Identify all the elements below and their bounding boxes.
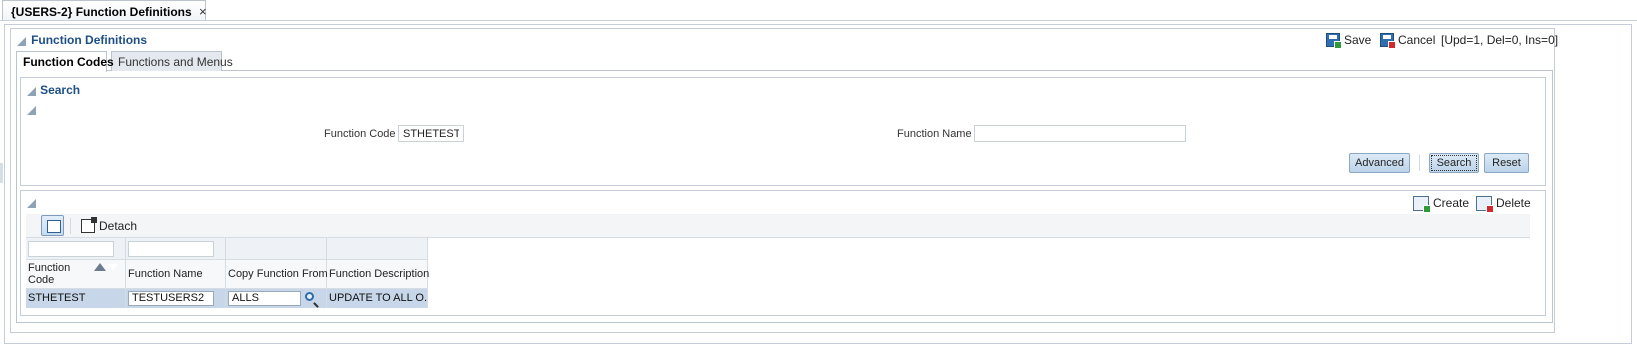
page-title: Function Definitions — [31, 33, 148, 47]
select-mode-icon[interactable] — [41, 215, 64, 236]
collapse-triangle-icon[interactable] — [27, 198, 36, 208]
detach-button[interactable]: Detach — [81, 217, 138, 234]
search-panel — [20, 77, 1546, 186]
detach-label: Detach — [99, 219, 138, 233]
update-status: [Upd=1, Del=0, Ins=0] — [1441, 33, 1559, 47]
query-collapse[interactable] — [27, 104, 36, 116]
column-header-function-description[interactable]: Function Description — [327, 260, 429, 289]
delete-button[interactable]: Delete — [1476, 195, 1531, 213]
function-code-label: Function Code — [324, 128, 396, 140]
button-separator — [1419, 155, 1420, 171]
save-icon — [1326, 33, 1342, 49]
collapse-handle[interactable] — [0, 163, 3, 183]
results-toolbar — [26, 214, 1530, 238]
column-header-label: Function Code — [28, 262, 71, 286]
delete-icon — [1476, 195, 1494, 213]
search-header: Search — [27, 83, 80, 97]
cell-function-name-input[interactable]: TESTUSERS2 — [128, 291, 214, 306]
cell-function-code[interactable]: STHETEST — [26, 289, 126, 308]
column-header-function-name[interactable]: Function Name — [126, 260, 226, 289]
detach-icon — [81, 217, 97, 233]
close-icon[interactable]: × — [199, 4, 207, 19]
create-label: Create — [1433, 196, 1470, 210]
cancel-icon — [1380, 33, 1396, 49]
results-collapse[interactable] — [27, 197, 36, 209]
search-title: Search — [40, 83, 81, 97]
filter-cell — [126, 238, 226, 260]
tab-divider — [0, 20, 1637, 21]
search-button[interactable]: Search — [1429, 153, 1479, 173]
magnifier-icon[interactable] — [305, 292, 314, 301]
filter-function-name-input[interactable] — [128, 241, 214, 257]
delete-label: Delete — [1496, 196, 1531, 210]
filter-cell — [226, 238, 327, 260]
sort-ascending-icon[interactable] — [94, 263, 106, 271]
page-header: Function Definitions — [17, 33, 147, 47]
filter-cell — [26, 238, 126, 260]
save-label: Save — [1344, 33, 1372, 47]
cell-copy-function-from-input[interactable]: ALLS — [228, 291, 301, 306]
tab-functions-and-menus[interactable]: Functions and Menus — [111, 51, 233, 71]
column-header-function-code[interactable]: Function Code — [26, 260, 126, 289]
sort-descending-icon[interactable] — [107, 263, 119, 271]
cancel-label: Cancel — [1398, 33, 1436, 47]
cell-function-description[interactable]: UPDATE TO ALL O... — [327, 289, 428, 308]
toolbar-separator — [70, 218, 71, 234]
filter-function-code-input[interactable] — [28, 241, 114, 257]
collapse-triangle-icon[interactable] — [27, 105, 36, 115]
function-name-label: Function Name — [897, 128, 972, 140]
reset-button[interactable]: Reset — [1484, 153, 1529, 173]
create-icon — [1413, 195, 1431, 213]
document-tab-title: {USERS-2} Function Definitions — [11, 5, 192, 19]
cancel-button[interactable]: Cancel — [1380, 32, 1436, 49]
document-tab[interactable]: {USERS-2} Function Definitions × — [2, 0, 207, 21]
results-table: Function Code Function Name Copy Functio… — [26, 237, 1530, 308]
collapse-triangle-icon[interactable] — [17, 36, 26, 46]
create-button[interactable]: Create — [1413, 195, 1470, 213]
function-code-input[interactable] — [398, 125, 464, 142]
collapse-triangle-icon[interactable] — [27, 86, 36, 96]
function-name-input[interactable] — [974, 125, 1186, 142]
column-header-copy-function-from[interactable]: Copy Function From — [226, 260, 328, 289]
filter-cell — [327, 238, 428, 260]
advanced-button[interactable]: Advanced — [1349, 153, 1410, 173]
save-button[interactable]: Save — [1326, 32, 1372, 49]
tab-function-codes[interactable]: Function Codes — [16, 51, 114, 72]
